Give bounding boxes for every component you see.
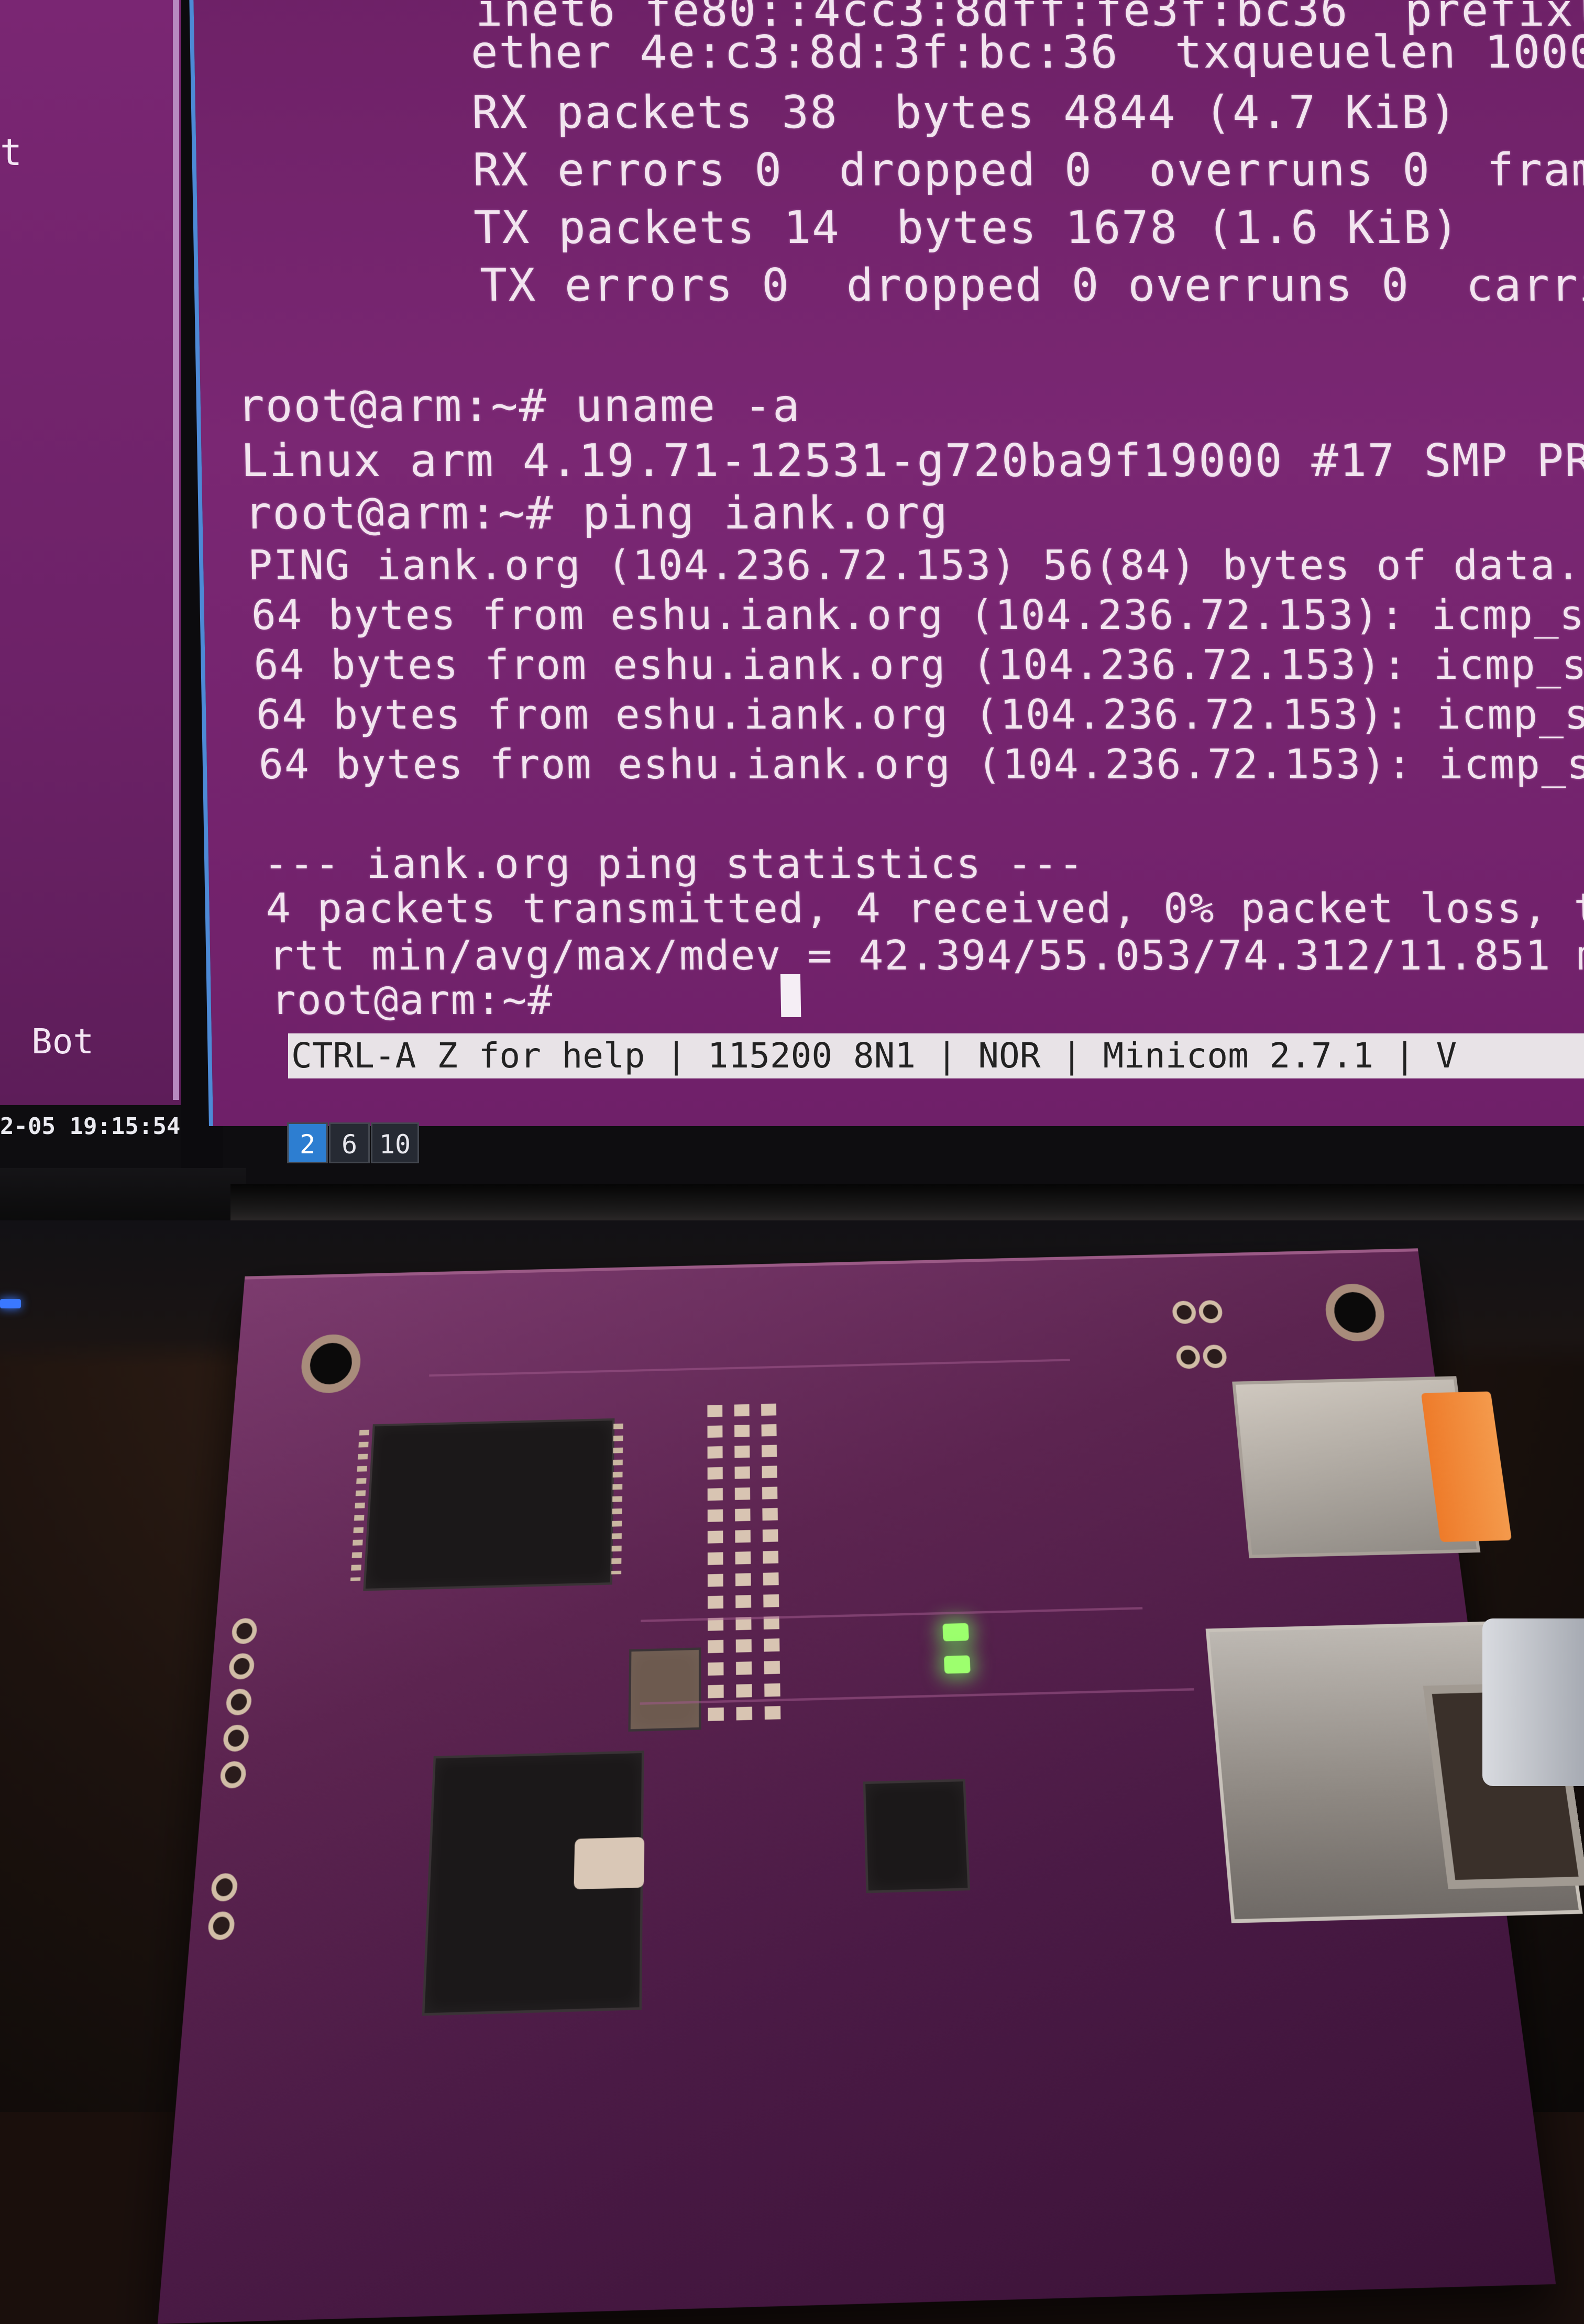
tmux-window-tab[interactable]: 10 — [371, 1122, 419, 1163]
header-pin-icon — [210, 1873, 238, 1902]
pcb-trace — [429, 1359, 1070, 1377]
jumper-pin-icon — [1202, 1344, 1228, 1369]
chip-pins — [611, 1423, 623, 1574]
power-led-icon — [0, 1299, 21, 1308]
resistor-array — [761, 1403, 781, 1724]
header-pin-icon — [219, 1761, 247, 1789]
terminal-line: root@arm:~# uname -a — [237, 380, 801, 432]
header-pin-icon — [231, 1617, 258, 1645]
left-pane-text: t — [0, 131, 23, 174]
terminal-line: --- iank.org ping statistics --- — [263, 841, 1085, 888]
terminal-line: ether 4e:c3:8d:3f:bc:36 txqueuelen 1000 … — [414, 26, 1584, 79]
terminal-line: root@arm:~# ping iank.org — [244, 487, 949, 539]
terminal-line: rtt min/avg/max/mdev = 42.394/55.053/74.… — [268, 932, 1584, 979]
crystal-oscillator — [574, 1837, 645, 1890]
resistor-array — [734, 1404, 753, 1724]
jumper-pin-icon — [1175, 1345, 1201, 1369]
jumper-pin-icon — [1171, 1301, 1197, 1325]
minicom-status-bar: CTRL-A Z for help | 115200 8N1 | NOR | M… — [288, 1033, 1584, 1078]
status-led-icon — [943, 1655, 971, 1674]
mounting-hole-icon — [299, 1334, 362, 1394]
left-timestamp: 2-05 19:15:54 — [0, 1113, 181, 1140]
jumper-pin-icon — [1197, 1299, 1224, 1324]
terminal-line: TX errors 0 dropped 0 overruns 0 carrier… — [479, 259, 1584, 312]
left-pane-border — [0, 0, 179, 1100]
monitor-bezel-bottom — [230, 1184, 1584, 1220]
header-pin-icon — [225, 1688, 252, 1716]
dip-switch — [628, 1647, 701, 1732]
ethernet-cable — [1482, 1618, 1584, 1786]
minicom-terminal[interactable]: inet6 fe80::4cc3:8dff:fe3f:bc36 prefixle… — [189, 0, 1584, 1126]
terminal-line: RX errors 0 dropped 0 overruns 0 frame 0 — [416, 144, 1584, 196]
ethernet-phy-chip — [863, 1779, 971, 1893]
terminal-line: Linux arm 4.19.71-12531-g720ba9f19000 #1… — [240, 435, 1584, 487]
header-pin-icon — [222, 1724, 250, 1752]
purple-circuit-board — [157, 1248, 1584, 2324]
terminal-line: RX packets 38 bytes 4844 (4.7 KiB) — [415, 86, 1458, 139]
mounting-hole-icon — [1323, 1283, 1388, 1342]
status-led-icon — [942, 1623, 969, 1642]
header-pin-icon — [207, 1911, 236, 1941]
terminal-line: 4 packets transmitted, 4 received, 0% pa… — [265, 885, 1584, 932]
tmux-window-tab[interactable]: 2 — [287, 1122, 328, 1163]
terminal-line: PING iank.org (104.236.72.153) 56(84) by… — [247, 542, 1582, 589]
terminal-line: 64 bytes from eshu.iank.org (104.236.72.… — [258, 741, 1584, 788]
terminal-line: 64 bytes from eshu.iank.org (104.236.72.… — [253, 642, 1584, 689]
terminal-line: 64 bytes from eshu.iank.org (104.236.72.… — [251, 592, 1584, 639]
terminal-line: TX packets 14 bytes 1678 (1.6 KiB) — [417, 202, 1460, 254]
resistor-array — [707, 1405, 724, 1725]
header-pin-icon — [228, 1653, 255, 1680]
terminal-cursor — [780, 974, 801, 1017]
tmux-window-bar: 2 6 10 — [287, 1122, 420, 1163]
flash-memory-chip — [363, 1418, 615, 1591]
terminal-prompt[interactable]: root@arm:~# — [271, 977, 579, 1024]
left-pane-mode: Bot — [31, 1021, 94, 1062]
monitor: t Bot 2-05 19:15:54 inet6 fe80::4cc3:8df… — [0, 0, 1584, 1231]
left-terminal-pane: t Bot — [0, 0, 189, 1105]
terminal-line: 64 bytes from eshu.iank.org (104.236.72.… — [256, 691, 1584, 739]
tmux-window-tab[interactable]: 6 — [329, 1122, 370, 1163]
